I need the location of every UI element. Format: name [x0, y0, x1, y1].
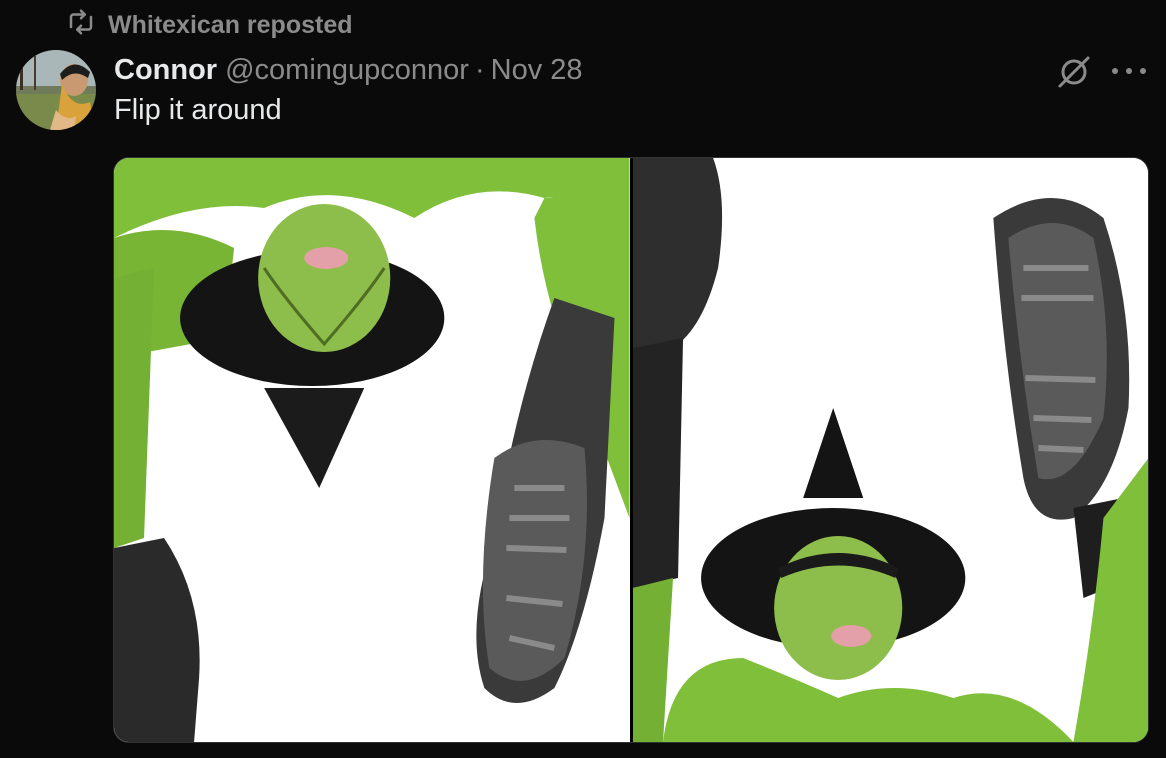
media-image-flipped[interactable]: [114, 158, 630, 742]
grok-icon[interactable]: [1054, 52, 1094, 92]
repost-icon: [64, 7, 98, 44]
more-options-icon[interactable]: [1112, 56, 1146, 86]
media-image-upright[interactable]: [632, 158, 1148, 742]
avatar[interactable]: [16, 50, 96, 130]
media-grid: [113, 157, 1149, 743]
repost-indicator[interactable]: Whitexican reposted: [64, 8, 353, 42]
tweet-date[interactable]: Nov 28: [491, 54, 583, 87]
repost-label[interactable]: Whitexican reposted: [108, 11, 353, 40]
tweet-text: Flip it around: [114, 94, 282, 126]
tweet-header: Connor @comingupconnor · Nov 28: [114, 50, 583, 90]
display-name[interactable]: Connor: [114, 54, 217, 87]
separator-dot: ·: [474, 53, 485, 86]
user-handle[interactable]: @comingupconnor: [225, 54, 469, 87]
